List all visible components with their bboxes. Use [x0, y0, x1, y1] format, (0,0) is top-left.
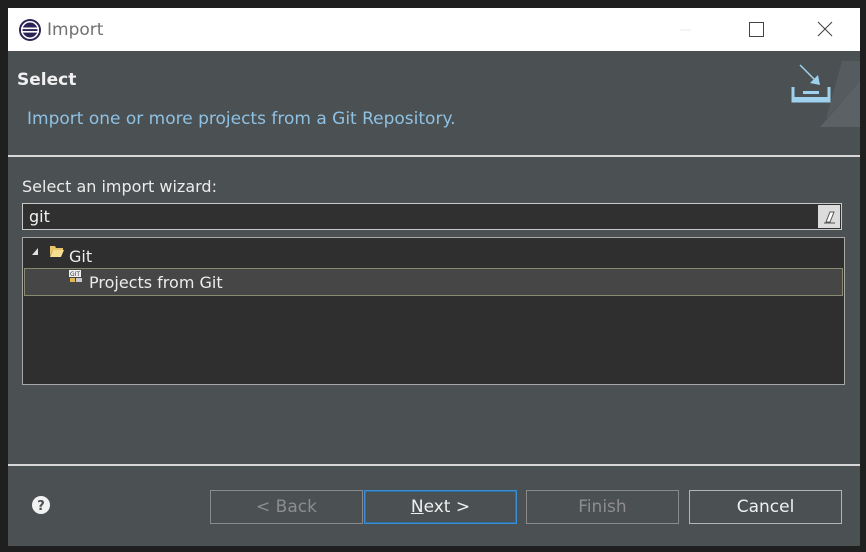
close-icon — [817, 21, 833, 37]
tree-node-git[interactable]: Git — [23, 240, 843, 268]
next-mnemonic: N — [410, 497, 424, 517]
maximize-icon — [749, 22, 764, 37]
close-button[interactable] — [790, 8, 860, 51]
eclipse-icon — [19, 19, 41, 41]
filter-field[interactable] — [22, 203, 842, 230]
import-dialog: Import Select Import one or more project… — [8, 8, 860, 546]
help-icon[interactable]: ? — [31, 495, 51, 515]
wizard-tree[interactable]: Git GIT Projects from Git — [22, 237, 845, 385]
git-projects-icon: GIT — [69, 270, 82, 282]
minimize-icon — [680, 29, 691, 31]
maximize-button[interactable] — [720, 8, 790, 51]
tree-node-label: Projects from Git — [89, 273, 223, 292]
clear-filter-button[interactable] — [818, 205, 840, 228]
svg-text:?: ? — [37, 499, 45, 514]
minimize-button[interactable] — [650, 8, 720, 51]
title-bar: Import — [8, 8, 860, 51]
page-title: Select — [17, 70, 77, 90]
tree-node-projects-from-git[interactable]: GIT Projects from Git — [24, 268, 843, 296]
svg-text:GIT: GIT — [70, 271, 80, 278]
collapse-arrow-icon[interactable] — [31, 245, 41, 257]
page-description: Import one or more projects from a Git R… — [27, 109, 456, 129]
finish-button[interactable]: Finish — [526, 490, 679, 524]
eraser-icon — [824, 211, 835, 224]
window-title: Import — [47, 20, 104, 40]
filter-input[interactable] — [23, 204, 813, 229]
wizard-label: Select an import wizard: — [22, 177, 217, 196]
cancel-button[interactable]: Cancel — [689, 490, 842, 524]
folder-open-icon — [50, 246, 64, 257]
next-button[interactable]: Next > — [364, 490, 517, 524]
wizard-header: Select Import one or more projects from … — [8, 51, 860, 157]
footer-separator — [8, 464, 860, 466]
back-button[interactable]: < Back — [210, 490, 363, 524]
import-wizard-icon — [791, 61, 860, 127]
next-label: ext > — [423, 497, 471, 517]
tree-node-label: Git — [69, 247, 93, 266]
header-separator — [8, 155, 860, 157]
